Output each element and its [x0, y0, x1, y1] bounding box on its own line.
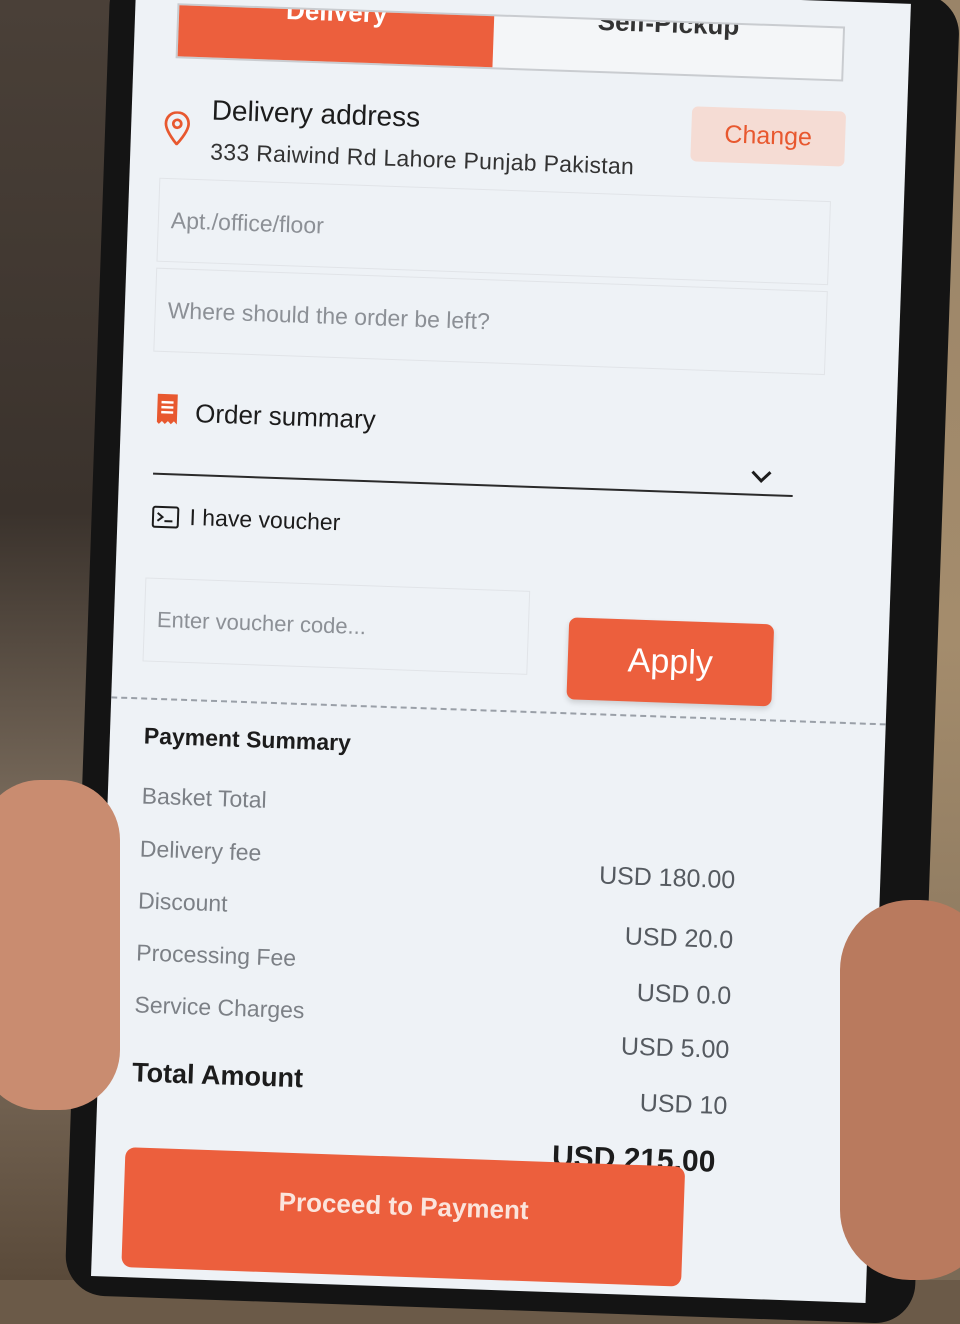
- chevron-down-icon[interactable]: [749, 468, 774, 485]
- tab-delivery[interactable]: Delivery: [178, 5, 495, 67]
- order-summary-title: Order summary: [195, 398, 377, 435]
- order-instructions-input[interactable]: [153, 268, 828, 375]
- checkout-screen: Delivery Self-Pickup Delivery address 33…: [91, 0, 911, 1303]
- proceed-to-payment-button[interactable]: Proceed to Payment: [121, 1147, 685, 1286]
- total-amount-label: Total Amount: [132, 1057, 304, 1094]
- delivery-mode-tabs: Delivery Self-Pickup: [176, 3, 846, 81]
- apply-voucher-button[interactable]: Apply: [566, 617, 774, 706]
- basket-total-value: USD 180.00: [599, 861, 736, 895]
- discount-value: USD 0.0: [636, 979, 731, 1011]
- proceed-to-payment-label: Proceed to Payment: [129, 1181, 678, 1231]
- change-address-button[interactable]: Change: [690, 106, 846, 166]
- hand-finger-right: [840, 900, 960, 1280]
- delivery-fee-label: Delivery fee: [139, 835, 261, 866]
- processing-fee-label: Processing Fee: [136, 939, 297, 972]
- discount-label: Discount: [138, 887, 228, 917]
- order-summary-toggle[interactable]: Order summary: [153, 393, 795, 497]
- location-pin-icon: [163, 111, 192, 146]
- service-charges-label: Service Charges: [134, 991, 305, 1024]
- delivery-fee-value: USD 20.0: [624, 922, 733, 955]
- hand-thumb-left: [0, 780, 120, 1110]
- processing-fee-value: USD 5.00: [620, 1032, 729, 1065]
- apt-office-floor-input[interactable]: [156, 178, 831, 285]
- voucher-ticket-icon: [151, 505, 180, 530]
- receipt-icon: [155, 393, 180, 426]
- delivery-address-title: Delivery address: [211, 95, 421, 134]
- payment-summary-title: Payment Summary: [143, 723, 351, 757]
- voucher-code-input[interactable]: [142, 577, 530, 674]
- service-charges-value: USD 10: [639, 1089, 728, 1121]
- basket-total-label: Basket Total: [141, 782, 267, 813]
- tab-self-pickup[interactable]: Self-Pickup: [492, 16, 843, 79]
- voucher-title: I have voucher: [189, 504, 341, 536]
- delivery-address-line: 333 Raiwind Rd Lahore Punjab Pakistan: [210, 138, 635, 180]
